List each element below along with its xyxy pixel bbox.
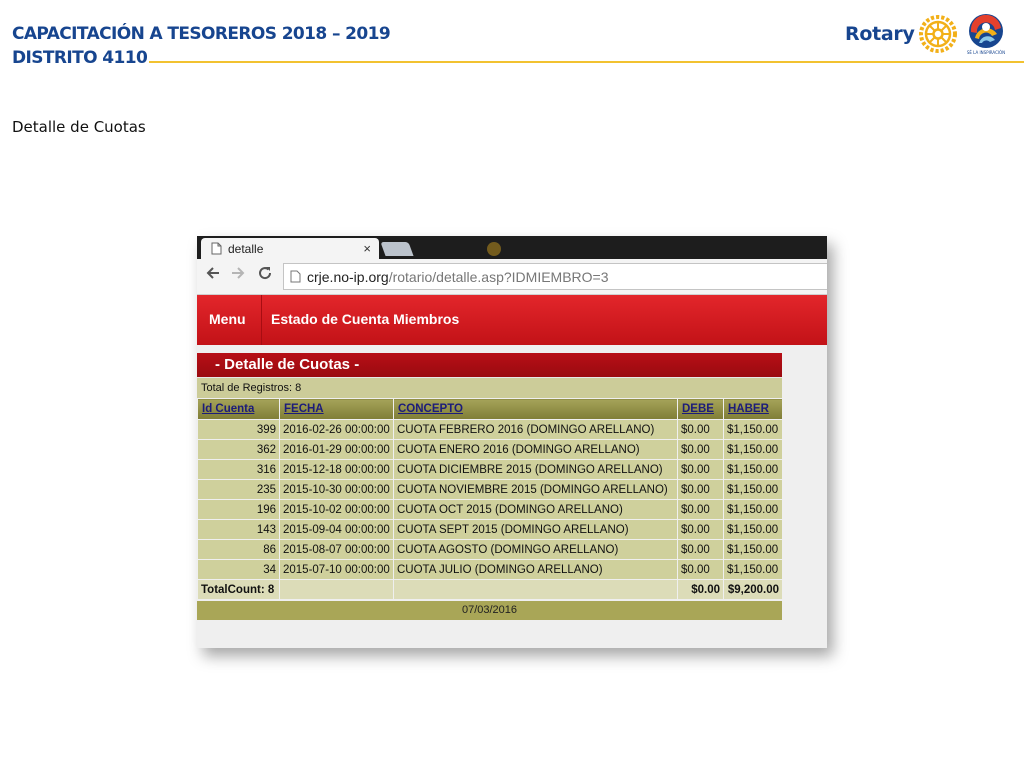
rotary-wheel-icon [918,15,957,53]
total-count: TotalCount: 8 [197,579,280,600]
page-viewport: Menu Estado de Cuenta Miembros - Detalle… [197,295,827,648]
cell-debe: $0.00 [677,459,724,480]
table-row: 143 2015-09-04 00:00:00 CUOTA SEPT 2015 (D… [197,519,783,540]
address-bar[interactable]: crje.no-ip.org/rotario/detalle.asp?IDMIE… [283,263,827,290]
cell-debe: $0.00 [677,519,724,540]
cell-id: 34 [197,559,280,580]
cell-fecha: 2016-01-29 00:00:00 [279,439,394,460]
cell-haber: $1,150.00 [723,439,783,460]
cell-concepto: CUOTA FEBRERO 2016 (DOMINGO ARELLANO) [393,419,678,440]
cell-haber: $1,150.00 [723,479,783,500]
cell-fecha: 2015-08-07 00:00:00 [279,539,394,560]
menu-separator [261,295,262,345]
cuotas-table: Id Cuenta FECHA CONCEPTO DEBE HABER 399 2… [197,398,783,600]
page-icon [290,270,301,283]
cell-haber: $1,150.00 [723,499,783,520]
cell-concepto: CUOTA DICIEMBRE 2015 (DOMINGO ARELLANO) [393,459,678,480]
cell-fecha: 2015-09-04 00:00:00 [279,519,394,540]
new-tab-button[interactable] [380,242,414,256]
slide-subtitle: Detalle de Cuotas [12,118,146,136]
app-menu-bar: Menu Estado de Cuenta Miembros [197,295,827,345]
browser-window: detalle × crje.no-ip.org/rotario/detalle… [197,236,827,648]
cell-haber: $1,150.00 [723,559,783,580]
cell-concepto: CUOTA OCT 2015 (DOMINGO ARELLANO) [393,499,678,520]
tab-strip: detalle × [197,236,827,259]
rotary-wordmark: Rotary [845,23,915,45]
cell-fecha: 2015-10-02 00:00:00 [279,499,394,520]
cell-haber: $1,150.00 [723,419,783,440]
cell-id: 235 [197,479,280,500]
table-row: 362 2016-01-29 00:00:00 CUOTA ENERO 2016 (… [197,439,783,460]
column-header-fecha[interactable]: FECHA [279,398,394,420]
tab-title: detalle [228,241,264,256]
slide-title-line1: CAPACITACIÓN A TESOREROS 2018 – 2019 [12,24,391,44]
table-row: 399 2016-02-26 00:00:00 CUOTA FEBRERO 2016… [197,419,783,440]
cell-fecha: 2015-07-10 00:00:00 [279,559,394,580]
cell-id: 196 [197,499,280,520]
column-header-concepto[interactable]: CONCEPTO [393,398,678,420]
menu-estado-cuenta[interactable]: Estado de Cuenta Miembros [271,311,459,327]
cell-debe: $0.00 [677,419,724,440]
table-header-row: Id Cuenta FECHA CONCEPTO DEBE HABER [197,398,783,420]
cell-id: 362 [197,439,280,460]
cell-concepto: CUOTA SEPT 2015 (DOMINGO ARELLANO) [393,519,678,540]
table-row: 316 2015-12-18 00:00:00 CUOTA DICIEMBRE 20… [197,459,783,480]
total-records: Total de Registros: 8 [197,378,782,398]
cell-concepto: CUOTA JULIO (DOMINGO ARELLANO) [393,559,678,580]
column-header-haber[interactable]: HABER [723,398,783,420]
column-header-debe[interactable]: DEBE [677,398,724,420]
theme-swirl-icon [969,14,1003,48]
debe-total: $0.00 [677,579,724,600]
table-row: 196 2015-10-02 00:00:00 CUOTA OCT 2015 (DO… [197,499,783,520]
theme-caption: SÉ LA INSPIRACIÓN [966,50,1006,55]
url-path: /rotario/detalle.asp?IDMIEMBRO=3 [388,268,609,285]
cell-concepto: CUOTA AGOSTO (DOMINGO ARELLANO) [393,539,678,560]
document-icon [211,242,222,255]
browser-toolbar: crje.no-ip.org/rotario/detalle.asp?IDMIE… [197,259,827,295]
cell-haber: $1,150.00 [723,519,783,540]
cell-debe: $0.00 [677,499,724,520]
cell-debe: $0.00 [677,439,724,460]
footer-empty [393,579,678,600]
cell-fecha: 2015-10-30 00:00:00 [279,479,394,500]
cell-fecha: 2016-02-26 00:00:00 [279,419,394,440]
table-row: 86 2015-08-07 00:00:00 CUOTA AGOSTO (DOMIN… [197,539,783,560]
theme-logo: SÉ LA INSPIRACIÓN [965,12,1007,58]
detail-title: - Detalle de Cuotas - [197,353,782,378]
detail-panel: - Detalle de Cuotas - Total de Registros… [197,353,783,620]
column-header-id[interactable]: Id Cuenta [197,398,280,420]
cell-haber: $1,150.00 [723,539,783,560]
cell-debe: $0.00 [677,539,724,560]
cell-concepto: CUOTA ENERO 2016 (DOMINGO ARELLANO) [393,439,678,460]
close-icon[interactable]: × [363,241,371,256]
cell-id: 86 [197,539,280,560]
arrow-left-icon[interactable] [205,265,221,286]
table-row: 34 2015-07-10 00:00:00 CUOTA JULIO (DOMING… [197,559,783,580]
rotary-logo: Rotary [845,14,958,54]
cell-concepto: CUOTA NOVIEMBRE 2015 (DOMINGO ARELLANO) [393,479,678,500]
tab-detalle[interactable]: detalle × [201,238,379,259]
cell-id: 399 [197,419,280,440]
cell-haber: $1,150.00 [723,459,783,480]
cell-debe: $0.00 [677,559,724,580]
header-rule [149,61,1024,63]
table-row: 235 2015-10-30 00:00:00 CUOTA NOVIEMBRE 20… [197,479,783,500]
report-date: 07/03/2016 [197,601,782,620]
url-host: crje.no-ip.org [307,268,389,285]
menu-button[interactable]: Menu [209,311,246,327]
cell-fecha: 2015-12-18 00:00:00 [279,459,394,480]
cell-debe: $0.00 [677,479,724,500]
cell-id: 143 [197,519,280,540]
arrow-right-icon[interactable] [230,265,246,286]
reload-icon[interactable] [257,265,273,286]
cell-id: 316 [197,459,280,480]
haber-total: $9,200.00 [723,579,783,600]
slide-title-line2: DISTRITO 4110 [12,48,148,68]
background-favicon-icon [487,242,501,256]
footer-empty [279,579,394,600]
table-footer-row: TotalCount: 8 $0.00 $9,200.00 [197,579,783,600]
